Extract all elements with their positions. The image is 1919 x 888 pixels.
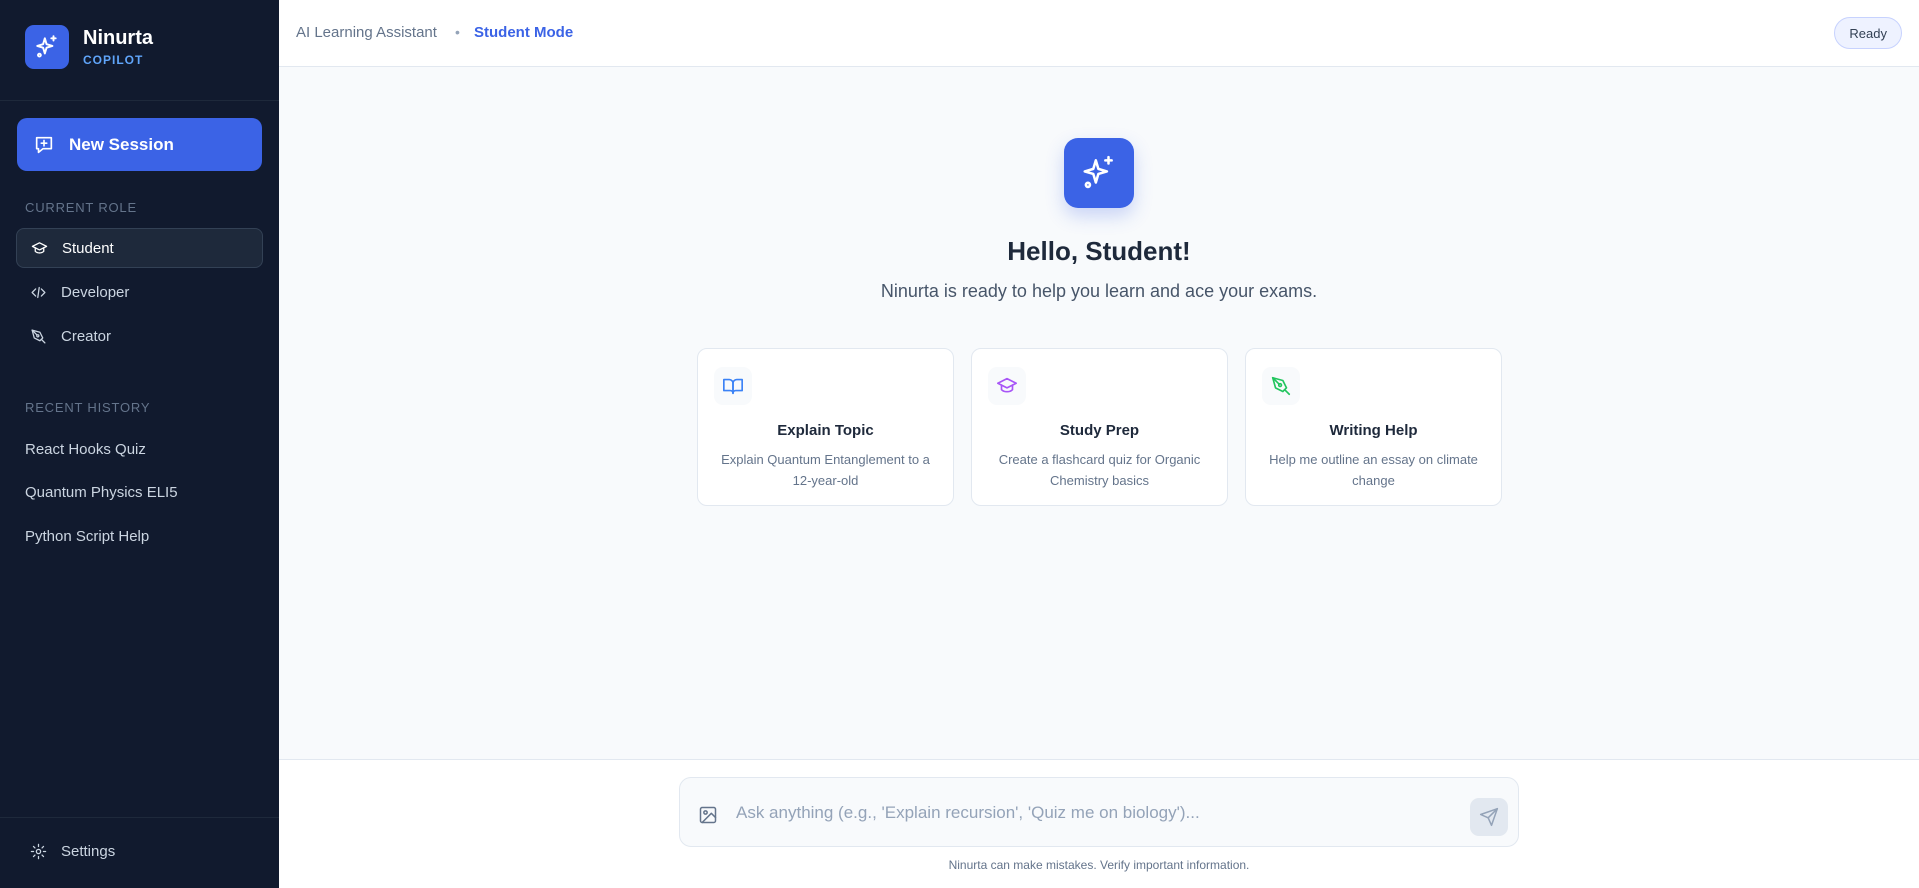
recent-history-label: RECENT HISTORY <box>25 400 151 415</box>
image-upload-icon[interactable] <box>698 805 718 830</box>
sparkles-icon <box>25 25 69 69</box>
history-item[interactable]: React Hooks Quiz <box>25 441 146 458</box>
graduation-cap-icon <box>31 241 48 254</box>
card-description: Create a flashcard quiz for Organic Chem… <box>998 452 1201 488</box>
book-open-icon <box>714 367 752 405</box>
role-item-student[interactable]: Student <box>16 228 263 268</box>
new-session-button[interactable]: New Session <box>17 118 262 171</box>
new-session-label: New Session <box>69 134 174 154</box>
settings-label: Settings <box>61 843 116 860</box>
brand-name: Ninurta <box>83 27 153 49</box>
suggestion-card-study-prep[interactable]: Study Prep Create a flashcard quiz for O… <box>971 348 1228 506</box>
role-item-label: Developer <box>61 283 130 301</box>
top-header: AI Learning Assistant • Student Mode Rea… <box>279 0 1919 67</box>
pen-tool-icon <box>1262 367 1300 405</box>
chat-input[interactable] <box>736 794 1436 832</box>
role-item-developer[interactable]: Developer <box>16 272 263 312</box>
breadcrumb-app: AI Learning Assistant <box>296 24 437 41</box>
breadcrumb-mode: Student Mode <box>474 24 574 41</box>
sidebar-divider <box>0 100 279 101</box>
composer-area: Ninurta can make mistakes. Verify import… <box>279 759 1919 888</box>
greeting-subtitle: Ninurta is ready to help you learn and a… <box>880 281 1318 301</box>
composer-box <box>679 777 1519 847</box>
greeting-title: Hello, Student! <box>1007 236 1191 266</box>
card-title: Explain Topic <box>777 422 874 439</box>
card-title: Study Prep <box>1059 422 1140 439</box>
role-item-label: Student <box>62 239 114 257</box>
code-icon <box>31 286 46 298</box>
suggestion-card-explain-topic[interactable]: Explain Topic Explain Quantum Entangleme… <box>697 348 954 506</box>
card-description: Explain Quantum Entanglement to a 12-yea… <box>721 452 930 488</box>
graduation-cap-icon <box>988 367 1026 405</box>
card-description: Help me outline an essay on climate chan… <box>1269 452 1478 488</box>
sidebar-divider <box>0 817 279 818</box>
role-item-creator[interactable]: Creator <box>16 316 263 356</box>
send-button[interactable] <box>1470 798 1508 836</box>
message-plus-icon <box>35 136 53 153</box>
history-item[interactable]: Python Script Help <box>25 528 149 545</box>
brand: Ninurta COPILOT <box>25 25 153 69</box>
history-item[interactable]: Quantum Physics ELI5 <box>25 484 178 501</box>
pen-tool-icon <box>31 328 46 344</box>
status-badge: Ready <box>1834 17 1902 49</box>
sparkles-icon <box>1064 138 1134 208</box>
card-title: Writing Help <box>1329 422 1418 439</box>
role-item-label: Creator <box>61 327 112 345</box>
settings-button[interactable]: Settings <box>30 843 115 860</box>
breadcrumb-separator: • <box>455 24 460 40</box>
current-role-label: CURRENT ROLE <box>25 200 137 215</box>
gear-icon <box>30 843 47 860</box>
brand-subtitle: COPILOT <box>83 53 144 67</box>
sidebar: Ninurta COPILOT New Session CURRENT ROLE… <box>0 0 279 888</box>
suggestion-card-writing-help[interactable]: Writing Help Help me outline an essay on… <box>1245 348 1502 506</box>
send-icon <box>1479 807 1499 827</box>
disclaimer-text: Ninurta can make mistakes. Verify import… <box>948 858 1250 872</box>
